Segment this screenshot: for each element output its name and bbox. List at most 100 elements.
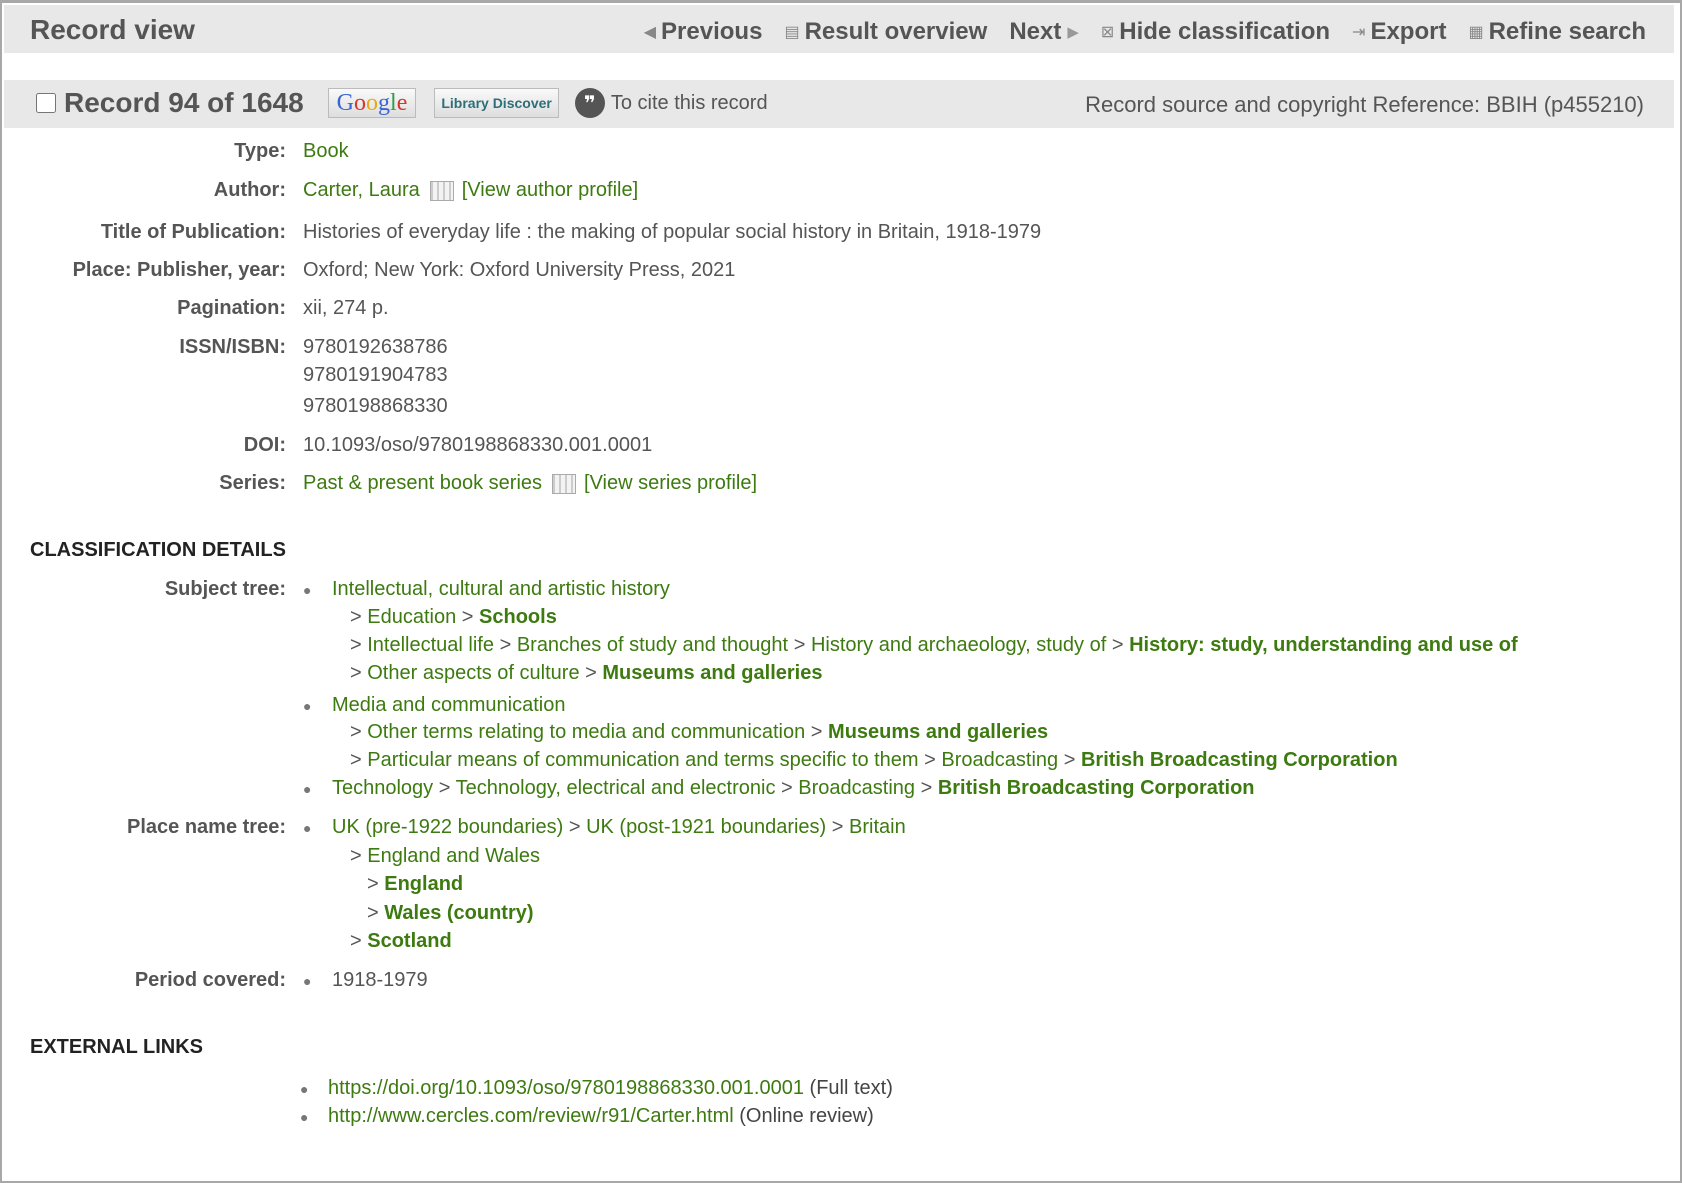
library-discover-button[interactable]: Library Discover <box>434 88 559 118</box>
bullet-icon: ● <box>303 781 312 797</box>
place-tree-label: Place name tree: <box>127 816 286 838</box>
previous-button[interactable]: ◀ Previous <box>644 18 763 46</box>
toolbar-actions: ◀ Previous ▤ Result overview Next ▶ ⊠ Hi… <box>622 18 1646 46</box>
period-value: 1918-1979 <box>332 969 428 991</box>
subject-term[interactable]: Branches of study and thought <box>517 634 788 656</box>
export-icon: ⇥ <box>1352 24 1366 41</box>
author-value-row: Carter, Laura [View author profile] <box>303 179 638 202</box>
separator: > <box>350 721 362 743</box>
hide-classification-button[interactable]: ⊠ Hide classification <box>1101 18 1330 46</box>
place-term[interactable]: UK (pre-1922 boundaries) <box>332 816 563 838</box>
type-value[interactable]: Book <box>303 140 349 163</box>
subject-path: > Other aspects of culture > Museums and… <box>350 662 822 685</box>
separator: > <box>461 606 474 628</box>
subject-root[interactable]: Intellectual, cultural and artistic hist… <box>332 578 670 601</box>
full-text-link[interactable]: https://doi.org/10.1093/oso/978019886833… <box>328 1077 804 1099</box>
separator: > <box>920 777 933 799</box>
separator: > <box>350 662 362 684</box>
place-term[interactable]: England <box>384 873 463 895</box>
separator: > <box>350 749 362 771</box>
refine-icon: ▦ <box>1468 24 1484 41</box>
bullet-icon: ● <box>300 1081 309 1097</box>
separator: > <box>831 816 844 838</box>
author-link[interactable]: Carter, Laura <box>303 179 420 201</box>
subject-path: > Other terms relating to media and comm… <box>350 721 1048 744</box>
place-path: UK (pre-1922 boundaries) > UK (post-1921… <box>332 816 906 839</box>
separator: > <box>438 777 451 799</box>
series-profile-icon <box>552 473 577 494</box>
next-label: Next <box>1009 18 1062 45</box>
subject-term[interactable]: Technology <box>332 777 433 799</box>
subject-term[interactable]: British Broadcasting Corporation <box>938 777 1255 799</box>
place-path: > Scotland <box>350 930 452 953</box>
place-term[interactable]: Wales (country) <box>384 902 533 924</box>
subject-term[interactable]: British Broadcasting Corporation <box>1081 749 1398 771</box>
subject-term[interactable]: Education <box>367 606 456 628</box>
separator: > <box>1063 749 1076 771</box>
isbn-value: 9780192638786 <box>303 336 448 358</box>
series-link[interactable]: Past & present book series <box>303 472 542 494</box>
pagination-value: xii, 274 p. <box>303 297 389 319</box>
title-value: Histories of everyday life : the making … <box>303 221 1042 243</box>
subject-term[interactable]: History: study, understanding and use of <box>1129 634 1518 656</box>
isbn-label: ISSN/ISBN: <box>179 336 286 358</box>
online-review-link[interactable]: http://www.cercles.com/review/r91/Carter… <box>328 1105 734 1127</box>
series-profile-link[interactable]: [View series profile] <box>584 472 757 494</box>
isbn-value: 9780191904783 <box>303 364 448 386</box>
subject-term[interactable]: Schools <box>479 606 557 628</box>
subject-root[interactable]: Media and communication <box>332 694 565 717</box>
refine-search-label: Refine search <box>1488 18 1646 45</box>
refine-search-button[interactable]: ▦ Refine search <box>1468 18 1646 46</box>
page-title: Record view <box>30 14 195 45</box>
subject-term[interactable]: Intellectual life <box>367 634 494 656</box>
subject-path: > Education > Schools <box>350 606 557 629</box>
author-profile-link[interactable]: [View author profile] <box>462 179 638 201</box>
type-label: Type: <box>234 140 286 162</box>
place-path: > England and Wales <box>350 845 540 868</box>
subject-tree-label: Subject tree: <box>164 578 286 600</box>
separator: > <box>810 721 823 743</box>
export-button[interactable]: ⇥ Export <box>1352 18 1446 46</box>
separator: > <box>585 662 597 684</box>
subject-term[interactable]: Particular means of communication and te… <box>367 749 918 771</box>
record-title: Record 94 of 1648 <box>64 87 304 118</box>
next-button[interactable]: Next ▶ <box>1009 18 1079 46</box>
period-label: Period covered: <box>134 969 286 991</box>
separator: > <box>350 930 362 952</box>
hide-classification-label: Hide classification <box>1119 18 1331 45</box>
previous-label: Previous <box>661 18 763 45</box>
author-profile-icon <box>429 180 454 201</box>
result-overview-button[interactable]: ▤ Result overview <box>784 18 987 46</box>
separator: > <box>793 634 806 656</box>
subject-term[interactable]: Museums and galleries <box>602 662 822 684</box>
separator: > <box>568 816 581 838</box>
place-term[interactable]: UK (post-1921 boundaries) <box>586 816 826 838</box>
record-bar: Record 94 of 1648 Google Library Discove… <box>4 80 1674 128</box>
subject-term[interactable]: History and archaeology, study of <box>811 634 1106 656</box>
subject-term[interactable]: Museums and galleries <box>828 721 1048 743</box>
hide-icon: ⊠ <box>1100 24 1115 41</box>
subject-term[interactable]: Broadcasting <box>798 777 915 799</box>
separator: > <box>350 845 362 867</box>
bullet-icon: ● <box>303 973 312 989</box>
google-logo: Google <box>336 90 408 116</box>
google-button[interactable]: Google <box>327 88 417 118</box>
place-term[interactable]: England and Wales <box>367 845 540 867</box>
link-note: (Online review) <box>739 1105 874 1127</box>
subject-term[interactable]: Broadcasting <box>941 749 1058 771</box>
place-term[interactable]: Britain <box>849 816 906 838</box>
triangle-left-icon: ◀ <box>643 24 657 41</box>
author-label: Author: <box>213 179 286 201</box>
isbn-value: 9780198868330 <box>303 395 448 417</box>
result-overview-label: Result overview <box>804 18 988 45</box>
publisher-label: Place: Publisher, year: <box>72 259 286 281</box>
subject-term[interactable]: Technology, electrical and electronic <box>456 777 776 799</box>
cite-record-link[interactable]: ❞ To cite this record <box>574 88 768 118</box>
subject-term[interactable]: Other aspects of culture <box>367 662 579 684</box>
quote-icon: ❞ <box>574 88 605 118</box>
cite-label: To cite this record <box>610 91 768 114</box>
place-term[interactable]: Scotland <box>367 930 451 952</box>
separator: > <box>499 634 512 656</box>
record-select-checkbox[interactable] <box>36 93 56 113</box>
subject-term[interactable]: Other terms relating to media and commun… <box>367 721 805 743</box>
